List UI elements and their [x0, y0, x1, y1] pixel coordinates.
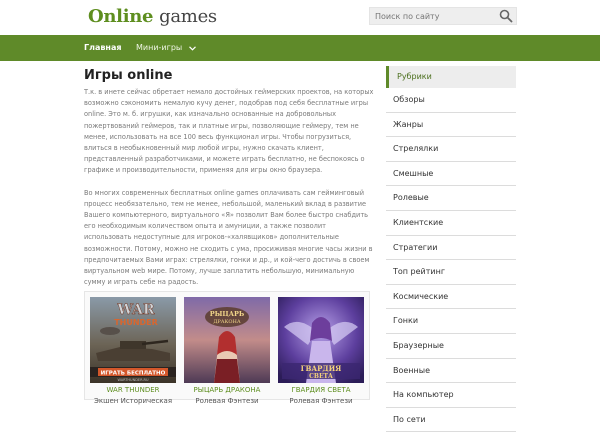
nav-mini-games-label: Мини-игры — [136, 43, 183, 52]
game-genre: Ролевая Фэнтези — [289, 397, 353, 405]
game-card-war-thunder[interactable]: ИГРАТЬ БЕСПЛАТНО WARTHUNDER.RU WAR THUND… — [90, 297, 176, 405]
banner-logo-sveta: СВЕТА — [309, 373, 333, 380]
sidebar-title: Рубрики — [386, 66, 516, 88]
nav-mini-games[interactable]: Мини-игры — [136, 35, 196, 61]
chevron-down-icon — [188, 46, 196, 51]
banner-play-free-text: ИГРАТЬ БЕСПЛАТНО — [101, 371, 166, 377]
banner-logo-gvardiya: ГВАРДИЯ — [301, 364, 342, 373]
second-paragraph: Во многих современных бесплатных online … — [84, 188, 373, 287]
site-logo[interactable]: Online games — [88, 6, 217, 27]
game-card-guard-of-light[interactable]: ГВАРДИЯ СВЕТА ГВАРДИЯ СВЕТА Ролевая Фэнт… — [278, 297, 364, 405]
sidebar-item-client[interactable]: Клиентские — [386, 211, 516, 236]
nav-home[interactable]: Главная — [84, 35, 121, 61]
game-banner-guard-of-light[interactable]: ГВАРДИЯ СВЕТА — [278, 297, 364, 383]
sidebar-item-browser[interactable]: Браузерные — [386, 334, 516, 359]
search-box — [369, 7, 517, 25]
banner-logo-drakona: ДРАКОНА — [213, 319, 241, 325]
game-banner-war-thunder[interactable]: ИГРАТЬ БЕСПЛАТНО WARTHUNDER.RU WAR THUND… — [90, 297, 176, 383]
banner-logo-war: WAR — [116, 302, 155, 318]
sidebar-item-shooters[interactable]: Стрелялки — [386, 137, 516, 162]
sidebar-item-space[interactable]: Космические — [386, 285, 516, 310]
sidebar-item-military[interactable]: Военные — [386, 359, 516, 384]
search-icon[interactable] — [499, 9, 513, 23]
main-nav: Главная Мини-игры — [0, 35, 600, 61]
games-showcase: ИГРАТЬ БЕСПЛАТНО WARTHUNDER.RU WAR THUND… — [84, 291, 370, 405]
site-header: Online games — [0, 0, 600, 35]
sidebar-item-network[interactable]: По сети — [386, 408, 516, 432]
sidebar-item-pc[interactable]: На компьютер — [386, 383, 516, 408]
sidebar-item-reviews[interactable]: Обзоры — [386, 88, 516, 113]
game-banner-dragon-knight[interactable]: РЫЦАРЬ ДРАКОНА — [184, 297, 270, 383]
main-content: Игры online Т.к. в инете сейчас обретает… — [84, 66, 374, 288]
logo-word-games: games — [159, 6, 217, 27]
page-title: Игры online — [84, 68, 173, 83]
game-title[interactable]: WAR THUNDER — [90, 386, 176, 394]
banner-logo-thunder: THUNDER — [114, 318, 158, 327]
sidebar-item-strategy[interactable]: Стратегии — [386, 236, 516, 261]
sidebar-item-top-rating[interactable]: Топ рейтинг — [386, 260, 516, 285]
search-input[interactable] — [370, 8, 496, 24]
game-card-dragon-knight[interactable]: РЫЦАРЬ ДРАКОНА РЫЦАРЬ ДРАКОНА Ролевая Фэ… — [184, 297, 270, 405]
banner-logo-rytsar: РЫЦАРЬ — [210, 310, 245, 318]
intro-paragraph: Т.к. в инете сейчас обретает немало дост… — [84, 88, 374, 175]
banner-site-text: WARTHUNDER.RU — [117, 378, 149, 382]
sidebar-item-genres[interactable]: Жанры — [386, 113, 516, 138]
game-genre: Ролевая Фэнтези — [195, 397, 259, 405]
sidebar: Рубрики Обзоры Жанры Стрелялки Смешные Р… — [386, 66, 516, 432]
sidebar-item-rpg[interactable]: Ролевые — [386, 186, 516, 211]
game-title[interactable]: РЫЦАРЬ ДРАКОНА — [184, 386, 270, 394]
game-title[interactable]: ГВАРДИЯ СВЕТА — [278, 386, 364, 394]
logo-word-online: Online — [88, 6, 154, 27]
game-genre: Экшен Историческая — [93, 397, 173, 405]
sidebar-item-racing[interactable]: Гонки — [386, 309, 516, 334]
sidebar-item-funny[interactable]: Смешные — [386, 162, 516, 187]
